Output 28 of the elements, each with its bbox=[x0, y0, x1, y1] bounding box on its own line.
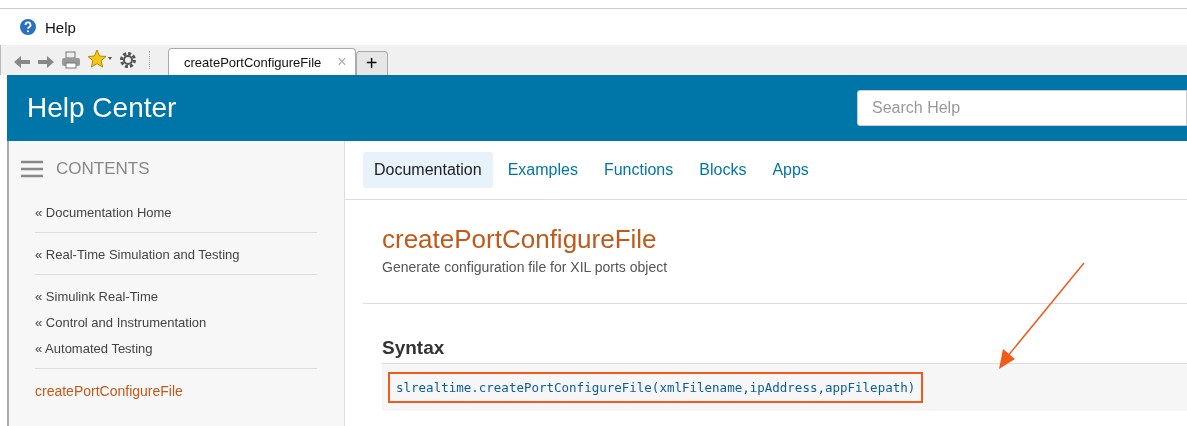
page-subtitle: Generate configuration file for XIL ports object bbox=[382, 259, 669, 275]
sidebar-link[interactable]: « Simulink Real-Time bbox=[35, 289, 317, 304]
browser-tab[interactable]: createPortConfigureFile × bbox=[168, 48, 356, 75]
menu-icon[interactable] bbox=[20, 160, 44, 178]
content-tab[interactable]: Apps bbox=[761, 152, 820, 188]
help-icon bbox=[19, 18, 37, 36]
printer-icon[interactable] bbox=[61, 51, 81, 69]
sidebar-link[interactable]: « Automated Testing bbox=[35, 341, 317, 356]
window-title: Help bbox=[45, 18, 76, 36]
star-icon[interactable] bbox=[87, 49, 113, 69]
page-title: createPortConfigureFile bbox=[382, 224, 658, 255]
sidebar-link[interactable]: « Control and Instrumentation bbox=[35, 315, 317, 330]
sidebar-link[interactable]: « Documentation Home bbox=[35, 205, 317, 220]
content-tab[interactable]: Examples bbox=[496, 152, 589, 188]
site-title: Help Center bbox=[27, 92, 177, 124]
search-field[interactable]: Search Help bbox=[857, 90, 1187, 126]
sidebar-link[interactable]: « Real-Time Simulation and Testing bbox=[35, 247, 317, 262]
content-tab[interactable]: Blocks bbox=[688, 152, 758, 188]
gear-icon[interactable] bbox=[119, 51, 137, 69]
sidebar-link[interactable]: createPortConfigureFile bbox=[35, 383, 317, 399]
content-tab[interactable]: Functions bbox=[592, 152, 685, 188]
forward-arrow-icon[interactable] bbox=[37, 55, 55, 69]
syntax-code: slrealtime.createPortConfigureFile(xmlFilename,ipAddress,appFilepath) bbox=[388, 372, 924, 403]
contents-heading: CONTENTS bbox=[56, 159, 150, 179]
tab-title: createPortConfigureFile bbox=[184, 54, 322, 70]
content-tab[interactable]: Documentation bbox=[363, 152, 493, 188]
back-arrow-icon[interactable] bbox=[13, 55, 31, 69]
new-tab-button[interactable]: + bbox=[355, 51, 388, 75]
